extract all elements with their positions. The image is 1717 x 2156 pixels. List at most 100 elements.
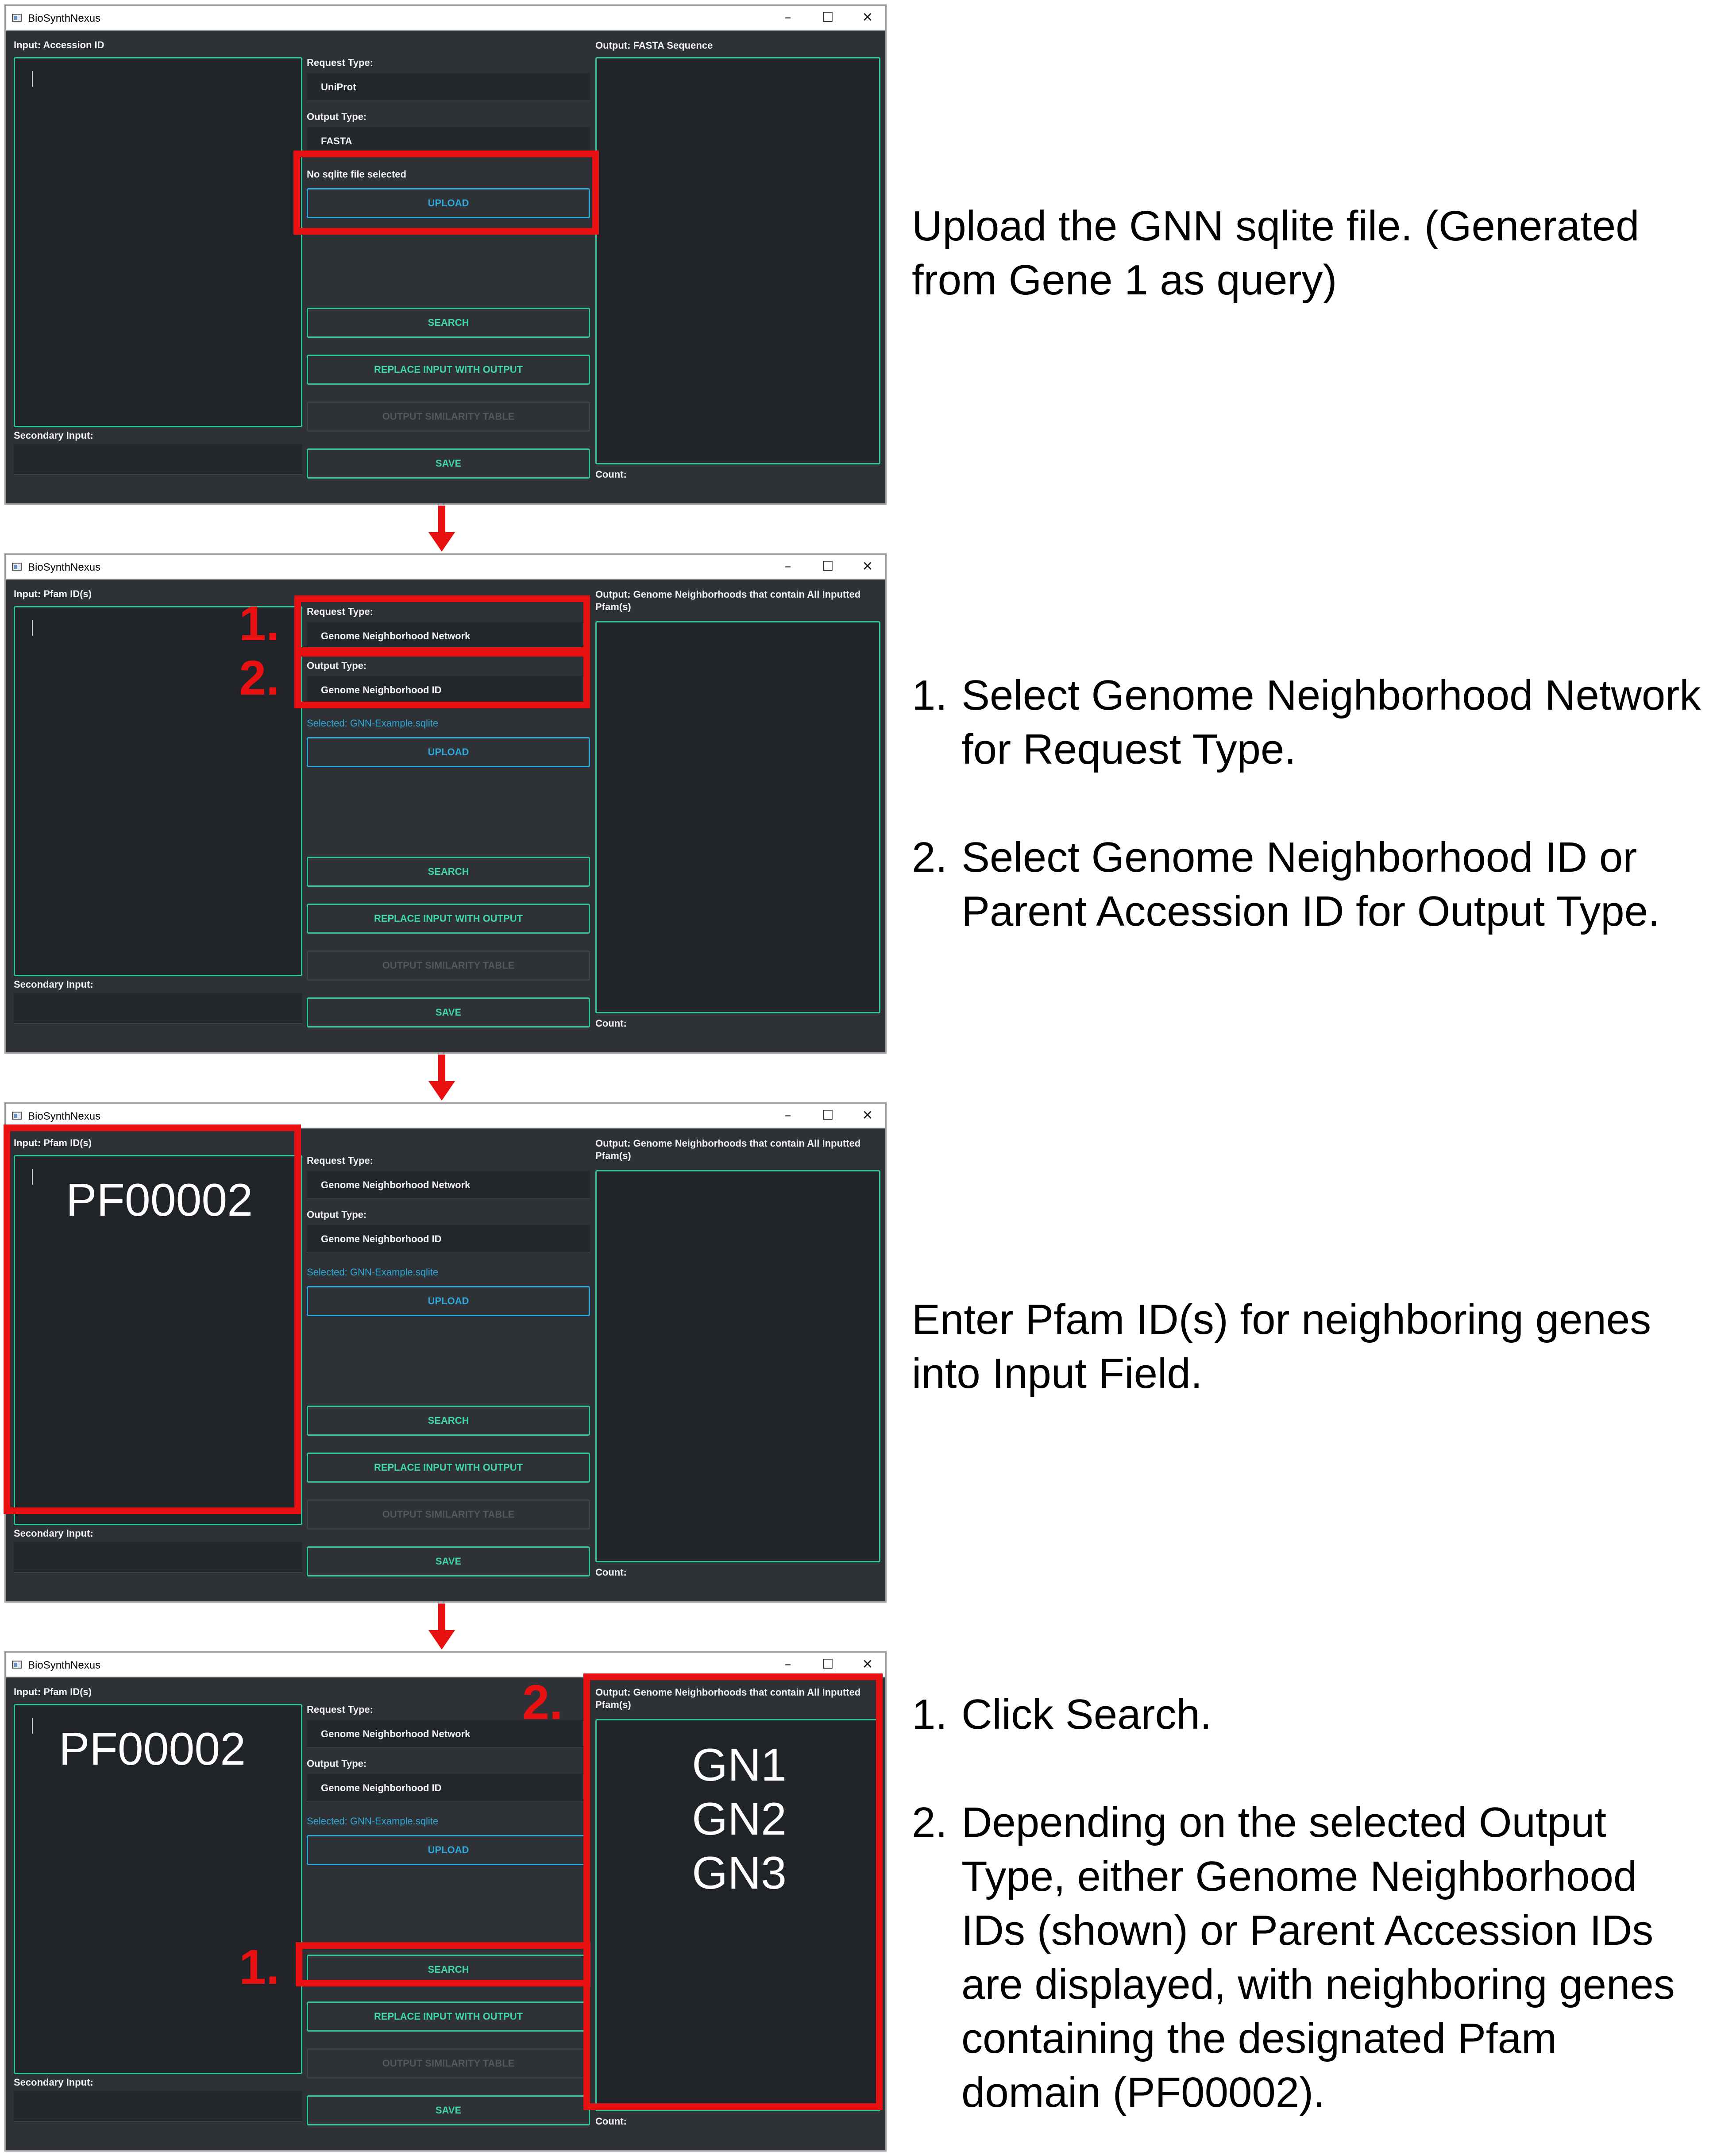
similarity-table-button[interactable]: OUTPUT SIMILARITY TABLE bbox=[307, 2048, 590, 2079]
save-button[interactable]: SAVE bbox=[307, 2095, 590, 2125]
instruction-text: Click Search. bbox=[961, 1691, 1212, 1738]
search-button[interactable]: SEARCH bbox=[307, 857, 590, 887]
instruction-item: 1. Click Search. bbox=[912, 1688, 1704, 1742]
request-type-select[interactable]: Genome Neighborhood Network bbox=[307, 1171, 590, 1199]
file-status-text: Selected: GNN-Example.sqlite bbox=[307, 718, 439, 729]
input-field[interactable] bbox=[14, 57, 302, 427]
maximize-button[interactable]: ☐ bbox=[814, 1106, 841, 1125]
step-3-panel: BioSynthNexus – ☐ ✕ Input: Pfam ID(s) PF… bbox=[0, 1098, 1717, 1607]
step-2-panel: BioSynthNexus – ☐ ✕ Input: Pfam ID(s) Re… bbox=[0, 549, 1717, 1058]
secondary-input-field[interactable] bbox=[14, 1542, 302, 1573]
secondary-input-label: Secondary Input: bbox=[14, 979, 93, 990]
output-type-select[interactable]: Genome Neighborhood ID bbox=[307, 1774, 590, 1802]
count-label: Count: bbox=[595, 2116, 627, 2127]
replace-input-button[interactable]: REPLACE INPUT WITH OUTPUT bbox=[307, 904, 590, 934]
marker-2: 2. bbox=[522, 1675, 563, 1730]
maximize-button[interactable]: ☐ bbox=[814, 8, 841, 27]
output-type-select[interactable]: Genome Neighborhood ID bbox=[307, 1225, 590, 1253]
input-text: PF00002 bbox=[58, 1723, 246, 1775]
upload-button[interactable]: UPLOAD bbox=[307, 1286, 590, 1316]
replace-input-button[interactable]: REPLACE INPUT WITH OUTPUT bbox=[307, 2001, 590, 2032]
window-title: BioSynthNexus bbox=[28, 1659, 101, 1671]
minimize-button[interactable]: – bbox=[775, 1106, 801, 1125]
save-button[interactable]: SAVE bbox=[307, 997, 590, 1028]
close-button[interactable]: ✕ bbox=[854, 1655, 881, 1674]
save-button[interactable]: SAVE bbox=[307, 1546, 590, 1576]
secondary-input-field[interactable] bbox=[14, 444, 302, 475]
down-arrow-icon bbox=[428, 506, 455, 554]
secondary-input-field[interactable] bbox=[14, 993, 302, 1024]
search-highlight-box bbox=[296, 1942, 590, 1986]
output-field[interactable] bbox=[595, 57, 880, 464]
count-label: Count: bbox=[595, 469, 627, 480]
marker-2: 2. bbox=[239, 651, 280, 705]
output-type-label: Output Type: bbox=[307, 111, 367, 122]
title-bar: BioSynthNexus – ☐ ✕ bbox=[6, 6, 885, 31]
down-arrow-icon bbox=[428, 1055, 455, 1103]
file-status-text: Selected: GNN-Example.sqlite bbox=[307, 1267, 439, 1278]
close-button[interactable]: ✕ bbox=[854, 1106, 881, 1125]
similarity-table-button[interactable]: OUTPUT SIMILARITY TABLE bbox=[307, 402, 590, 432]
replace-input-button[interactable]: REPLACE INPUT WITH OUTPUT bbox=[307, 1453, 590, 1483]
step-4-panel: BioSynthNexus – ☐ ✕ Input: Pfam ID(s) PF… bbox=[0, 1647, 1717, 2156]
minimize-button[interactable]: – bbox=[775, 1655, 801, 1674]
instruction-item: 2. Depending on the selected Output Type… bbox=[912, 1796, 1704, 2120]
marker-1: 1. bbox=[239, 1940, 280, 1994]
instruction-list: 1. Click Search. 2. Depending on the sel… bbox=[912, 1688, 1704, 2120]
app-icon bbox=[12, 1661, 22, 1669]
replace-input-button[interactable]: REPLACE INPUT WITH OUTPUT bbox=[307, 355, 590, 385]
similarity-table-button[interactable]: OUTPUT SIMILARITY TABLE bbox=[307, 950, 590, 981]
input-label: Input: Pfam ID(s) bbox=[14, 1686, 92, 1697]
instruction-number: 1. bbox=[912, 672, 948, 719]
window-title: BioSynthNexus bbox=[28, 12, 101, 24]
instruction-list: 1. Select Genome Neighborhood Network fo… bbox=[912, 668, 1704, 939]
secondary-input-label: Secondary Input: bbox=[14, 430, 93, 441]
app-icon bbox=[12, 14, 22, 22]
input-label: Input: Pfam ID(s) bbox=[14, 588, 92, 599]
request-type-select[interactable]: UniProt bbox=[307, 73, 590, 101]
request-type-label: Request Type: bbox=[307, 57, 373, 68]
input-field[interactable]: PF00002 bbox=[14, 1704, 302, 2074]
request-type-label: Request Type: bbox=[307, 1155, 373, 1166]
marker-1: 1. bbox=[239, 596, 280, 651]
text-caret bbox=[32, 71, 33, 87]
upload-button[interactable]: UPLOAD bbox=[307, 737, 590, 767]
upload-button[interactable]: UPLOAD bbox=[307, 1835, 590, 1865]
close-button[interactable]: ✕ bbox=[854, 557, 881, 576]
save-button[interactable]: SAVE bbox=[307, 448, 590, 479]
minimize-button[interactable]: – bbox=[775, 8, 801, 27]
output-label: Output: Genome Neighborhoods that contai… bbox=[595, 1138, 861, 1161]
maximize-button[interactable]: ☐ bbox=[814, 557, 841, 576]
input-label: Input: Accession ID bbox=[14, 39, 104, 50]
instruction-text: Upload the GNN sqlite file. (Generated f… bbox=[912, 202, 1640, 304]
input-highlight-box bbox=[4, 1124, 301, 1514]
app-window: BioSynthNexus – ☐ ✕ Input: Accession ID … bbox=[4, 4, 887, 505]
instruction-number: 1. bbox=[912, 1691, 948, 1738]
window-title: BioSynthNexus bbox=[28, 561, 101, 573]
file-status-text: Selected: GNN-Example.sqlite bbox=[307, 1816, 439, 1827]
count-label: Count: bbox=[595, 1567, 627, 1578]
instruction-item: 2. Select Genome Neighborhood ID or Pare… bbox=[912, 831, 1704, 939]
secondary-input-field[interactable] bbox=[14, 2091, 302, 2122]
search-button[interactable]: SEARCH bbox=[307, 1406, 590, 1436]
similarity-table-button[interactable]: OUTPUT SIMILARITY TABLE bbox=[307, 1499, 590, 1530]
search-button[interactable]: SEARCH bbox=[307, 308, 590, 338]
request-type-label: Request Type: bbox=[307, 1704, 373, 1715]
output-type-label: Output Type: bbox=[307, 1758, 367, 1769]
close-button[interactable]: ✕ bbox=[854, 8, 881, 27]
text-caret bbox=[32, 620, 33, 636]
app-icon bbox=[12, 1112, 22, 1120]
instruction-text: Depending on the selected Output Type, e… bbox=[961, 1799, 1675, 2116]
secondary-input-label: Secondary Input: bbox=[14, 1528, 93, 1539]
output-field[interactable] bbox=[595, 1170, 880, 1562]
maximize-button[interactable]: ☐ bbox=[814, 1655, 841, 1674]
output-label: Output: FASTA Sequence bbox=[595, 40, 713, 51]
output-field[interactable] bbox=[595, 621, 880, 1013]
minimize-button[interactable]: – bbox=[775, 557, 801, 576]
instruction-text: Enter Pfam ID(s) for neighboring genes i… bbox=[912, 1296, 1651, 1397]
instruction-text: Select Genome Neighborhood ID or Parent … bbox=[961, 834, 1660, 935]
title-bar: BioSynthNexus – ☐ ✕ bbox=[6, 555, 885, 580]
output-type-label: Output Type: bbox=[307, 1209, 367, 1220]
request-type-highlight-box bbox=[294, 595, 590, 654]
step-1-panel: BioSynthNexus – ☐ ✕ Input: Accession ID … bbox=[0, 0, 1717, 509]
